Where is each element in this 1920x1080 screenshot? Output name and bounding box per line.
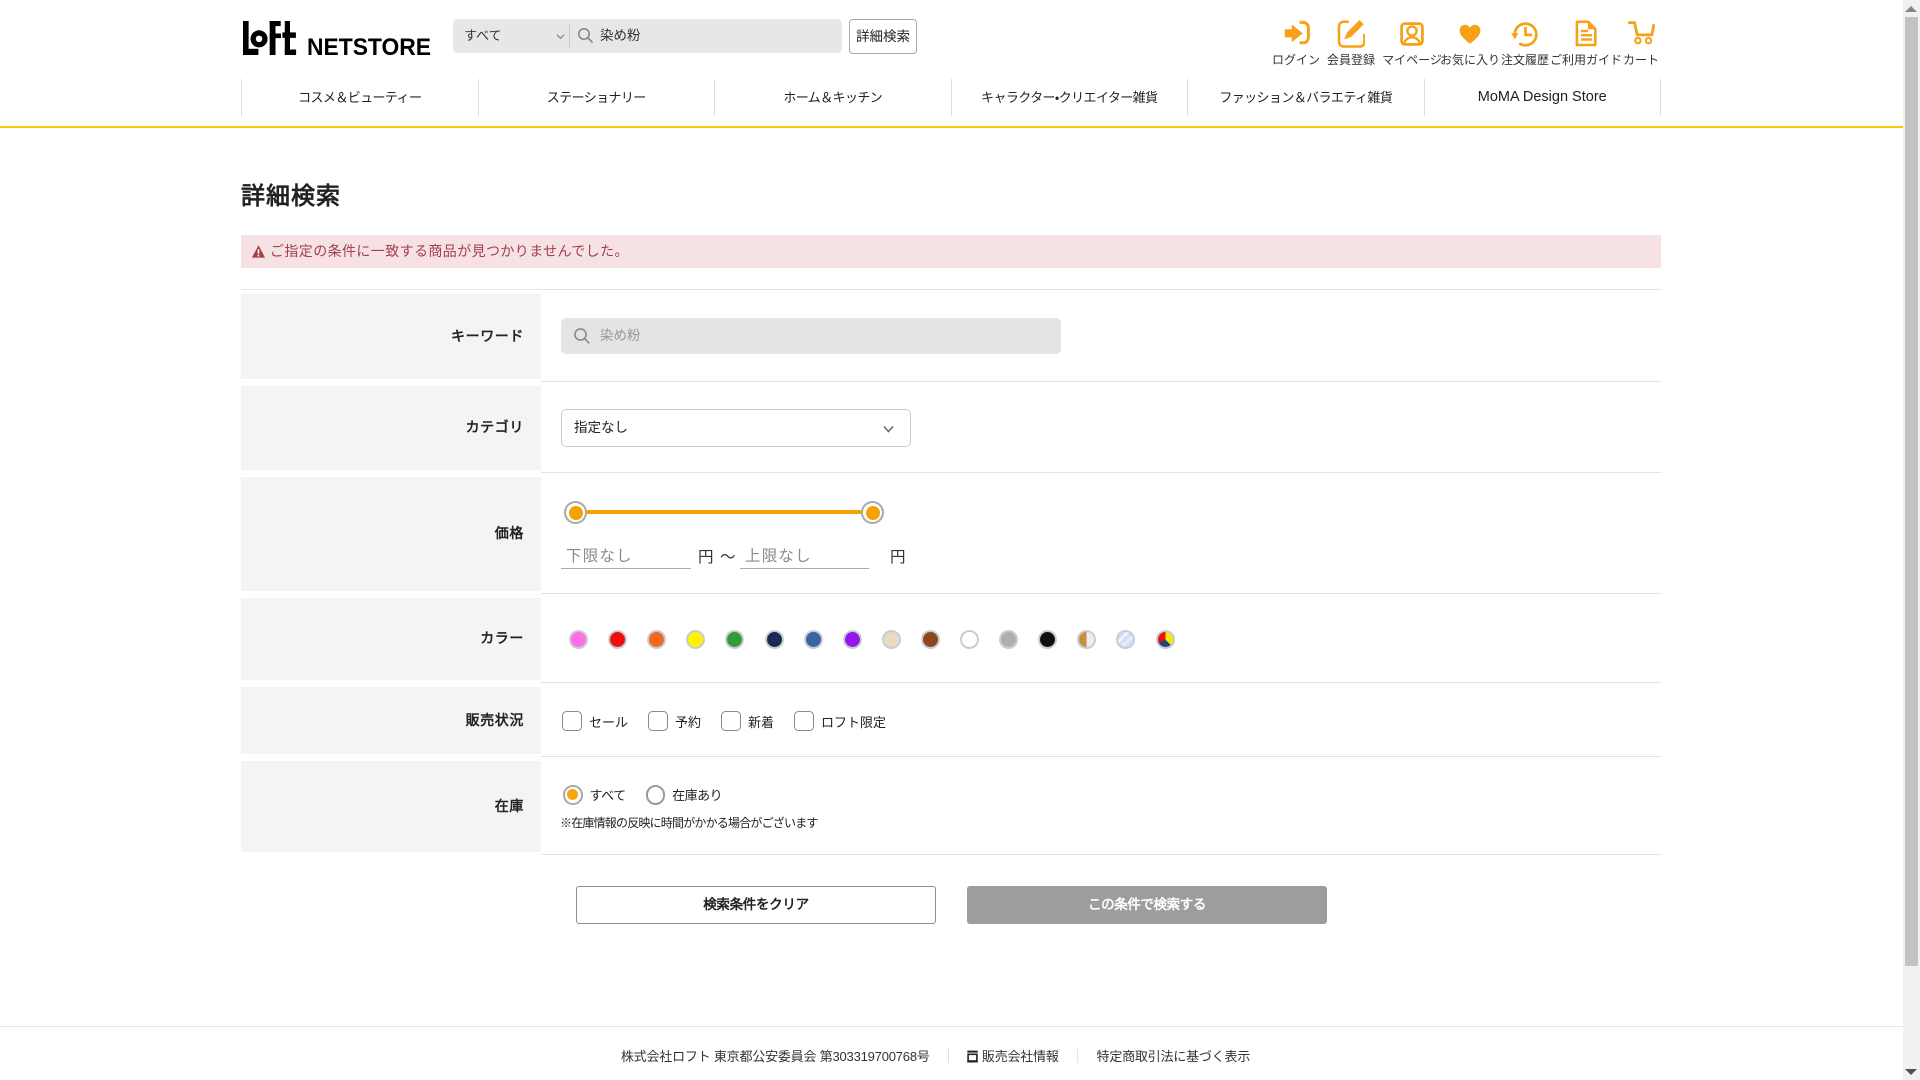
svg-text:NETSTORE: NETSTORE <box>307 34 431 56</box>
